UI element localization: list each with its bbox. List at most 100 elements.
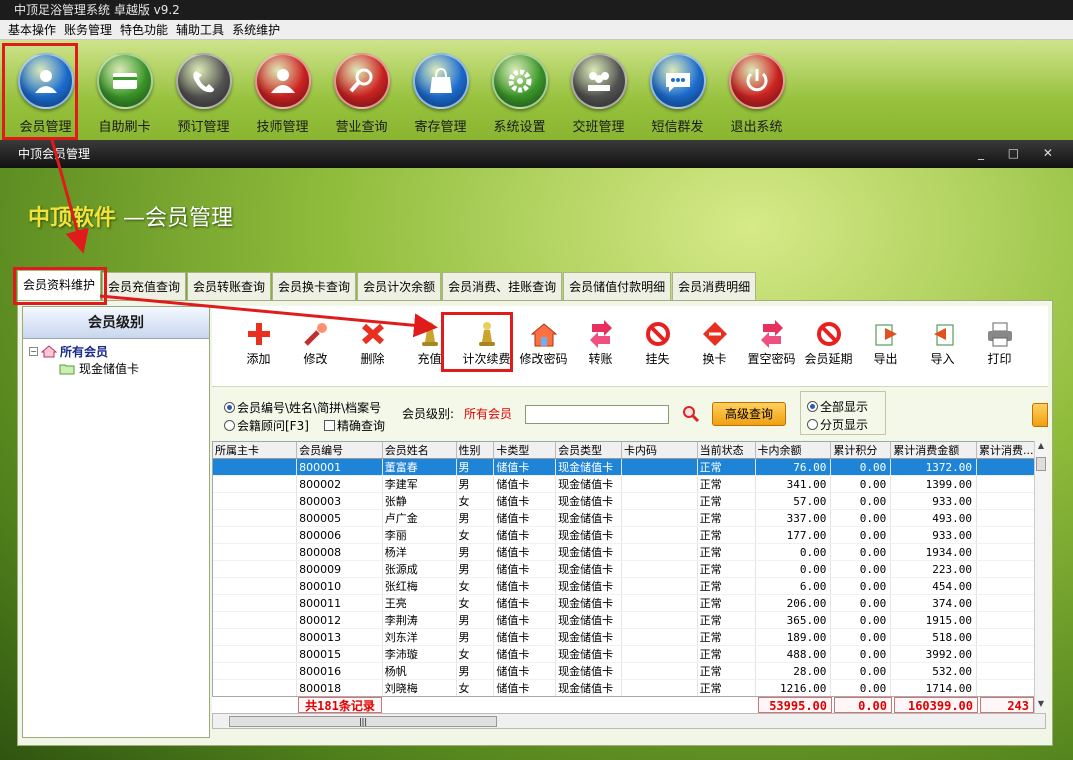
table-cell: 1934.00 [890, 543, 978, 561]
action-button-6[interactable]: 转账 [572, 306, 629, 386]
table-row[interactable]: 800005 卢广金男储值卡 现金储值卡 正常 337.00 0.00 493.00 [213, 509, 1045, 527]
menu-item-0[interactable]: 基本操作 [4, 21, 60, 38]
action-button-9[interactable]: 置空密码 [743, 306, 800, 386]
table-cell: 正常 [697, 509, 756, 527]
menu-item-4[interactable]: 系统维护 [228, 21, 284, 38]
sum-more: 243 [980, 697, 1034, 713]
scroll-thumb[interactable] [1036, 457, 1046, 471]
table-cell: 正常 [697, 543, 756, 561]
action-button-1[interactable]: 修改 [287, 306, 344, 386]
tab-7[interactable]: 会员消费明细 [672, 272, 757, 300]
column-header-1[interactable]: 会员编号 [296, 442, 383, 459]
column-header-7[interactable]: 当前状态 [697, 442, 756, 459]
tab-2[interactable]: 会员转账查询 [187, 272, 272, 300]
toolbar-button-2[interactable]: 预订管理 [164, 40, 243, 140]
scroll-down-icon[interactable]: ▼ [1035, 699, 1047, 713]
level-value[interactable]: 所有会员 [464, 405, 512, 422]
radio-member-code-dot[interactable] [224, 402, 235, 413]
action-button-5[interactable]: 修改密码 [515, 306, 572, 386]
table-cell: 现金储值卡 [555, 662, 623, 680]
table-cell: 女 [456, 679, 495, 697]
table-row[interactable]: 800018 刘晓梅女储值卡 现金储值卡 正常 1216.00 0.00 1714.00 [213, 679, 1045, 697]
tab-5[interactable]: 会员消费、挂账查询 [442, 272, 563, 300]
table-row[interactable]: 800013 刘东洋男储值卡 现金储值卡 正常 189.00 0.00 518.00 [213, 628, 1045, 646]
radio-paged[interactable]: 分页显示 [807, 416, 868, 433]
table-row[interactable]: 800009 张源成男储值卡 现金储值卡 正常 0.00 0.00 223.00 [213, 560, 1045, 578]
toolbar-button-9[interactable]: 退出系统 [717, 40, 796, 140]
table-row[interactable]: 800001 董富春男储值卡 现金储值卡 正常 76.00 0.00 1372.00 [213, 458, 1045, 476]
table-cell: 488.00 [755, 645, 832, 663]
toolbar-button-8[interactable]: 短信群发 [638, 40, 717, 140]
scroll-up-icon[interactable]: ▲ [1035, 441, 1047, 455]
table-row[interactable]: 800003 张静女储值卡 现金储值卡 正常 57.00 0.00 933.00 [213, 492, 1045, 510]
menu-item-2[interactable]: 特色功能 [116, 21, 172, 38]
table-cell [621, 526, 698, 544]
action-button-7[interactable]: 挂失 [629, 306, 686, 386]
column-header-9[interactable]: 累计积分 [830, 442, 892, 459]
table-row[interactable]: 800006 李丽女储值卡 现金储值卡 正常 177.00 0.00 933.00 [213, 526, 1045, 544]
radio-consultant-dot[interactable] [224, 420, 235, 431]
column-header-10[interactable]: 累计消费金额 [890, 442, 978, 459]
column-header-6[interactable]: 卡内码 [621, 442, 698, 459]
table-cell: 董富春 [382, 458, 457, 476]
table-cell: 男 [456, 543, 495, 561]
advanced-search-button[interactable]: 高级查询 [712, 402, 786, 426]
action-button-8[interactable]: 换卡 [686, 306, 743, 386]
column-header-8[interactable]: 卡内余额 [755, 442, 832, 459]
table-cell: 0.00 [830, 611, 892, 629]
tab-4[interactable]: 会员计次余额 [357, 272, 442, 300]
magnifier-icon[interactable] [682, 405, 700, 423]
table-row[interactable]: 800015 李沛璇女储值卡 现金储值卡 正常 488.00 0.00 3992.00 [213, 645, 1045, 663]
toolbar-button-4[interactable]: 营业查询 [322, 40, 401, 140]
table-cell: 800006 [296, 526, 383, 544]
radio-consultant[interactable]: 会籍顾问[F3] [224, 417, 309, 434]
vertical-scrollbar[interactable]: ▲ ▼ [1034, 441, 1047, 713]
checkbox-exact-box[interactable] [324, 420, 335, 431]
toolbar-button-5[interactable]: 寄存管理 [401, 40, 480, 140]
menu-item-1[interactable]: 账务管理 [60, 21, 116, 38]
table-row[interactable]: 800008 杨洋男储值卡 现金储值卡 正常 0.00 0.00 1934.00 [213, 543, 1045, 561]
menu-item-3[interactable]: 辅助工具 [172, 21, 228, 38]
toolbar-label-6: 系统设置 [493, 120, 546, 135]
column-header-3[interactable]: 性别 [456, 442, 495, 459]
table-row[interactable]: 800016 杨帆男储值卡 现金储值卡 正常 28.00 0.00 532.00 [213, 662, 1045, 680]
hscroll-thumb[interactable]: ||| [229, 716, 497, 727]
column-header-4[interactable]: 卡类型 [493, 442, 557, 459]
subwindow-title: 中顶会员管理 [0, 140, 1073, 168]
column-header-0[interactable]: 所属主卡 [213, 442, 298, 459]
toolbar-button-6[interactable]: 系统设置 [480, 40, 559, 140]
tab-1[interactable]: 会员充值查询 [102, 272, 187, 300]
toolbar-button-1[interactable]: 自助刷卡 [85, 40, 164, 140]
tree-node-all-members[interactable]: − 所有会员 [29, 343, 203, 360]
overflow-button[interactable] [1032, 403, 1048, 427]
action-button-13[interactable]: 打印 [971, 306, 1028, 386]
action-button-10[interactable]: 会员延期 [800, 306, 857, 386]
radio-member-code[interactable]: 会员编号\姓名\简拼\档案号 [224, 399, 381, 416]
horizontal-scrollbar[interactable]: ||| [212, 713, 1046, 729]
table-row[interactable]: 800011 王亮女储值卡 现金储值卡 正常 206.00 0.00 374.00 [213, 594, 1045, 612]
column-header-2[interactable]: 会员姓名 [382, 442, 457, 459]
radio-paged-dot[interactable] [807, 419, 818, 430]
toolbar-button-7[interactable]: 交班管理 [559, 40, 638, 140]
group-icon [570, 53, 627, 109]
subwindow-controls[interactable]: _ □ ✕ [978, 146, 1063, 160]
toolbar-button-3[interactable]: 技师管理 [243, 40, 322, 140]
action-button-2[interactable]: 删除 [344, 306, 401, 386]
search-input[interactable] [525, 405, 669, 424]
tree-node-cash-card[interactable]: 现金储值卡 [29, 360, 203, 377]
table-row[interactable]: 800002 李建军男储值卡 现金储值卡 正常 341.00 0.00 1399.00 [213, 475, 1045, 493]
action-button-12[interactable]: 导入 [914, 306, 971, 386]
checkbox-exact[interactable]: 精确查询 [324, 417, 385, 434]
action-button-11[interactable]: 导出 [857, 306, 914, 386]
radio-show-all[interactable]: 全部显示 [807, 398, 868, 415]
table-row[interactable]: 800010 张红梅女储值卡 现金储值卡 正常 6.00 0.00 454.00 [213, 577, 1045, 595]
table-row[interactable]: 800012 李荆涛男储值卡 现金储值卡 正常 365.00 0.00 1915.00 [213, 611, 1045, 629]
tab-6[interactable]: 会员储值付款明细 [563, 272, 672, 300]
radio-show-all-dot[interactable] [807, 401, 818, 412]
menu-bar: 基本操作 账务管理 特色功能 辅助工具 系统维护 [0, 20, 1073, 40]
collapse-icon[interactable]: − [29, 347, 38, 356]
action-button-0[interactable]: 添加 [230, 306, 287, 386]
column-header-5[interactable]: 会员类型 [555, 442, 623, 459]
table-cell [213, 543, 298, 561]
tab-3[interactable]: 会员换卡查询 [272, 272, 357, 300]
